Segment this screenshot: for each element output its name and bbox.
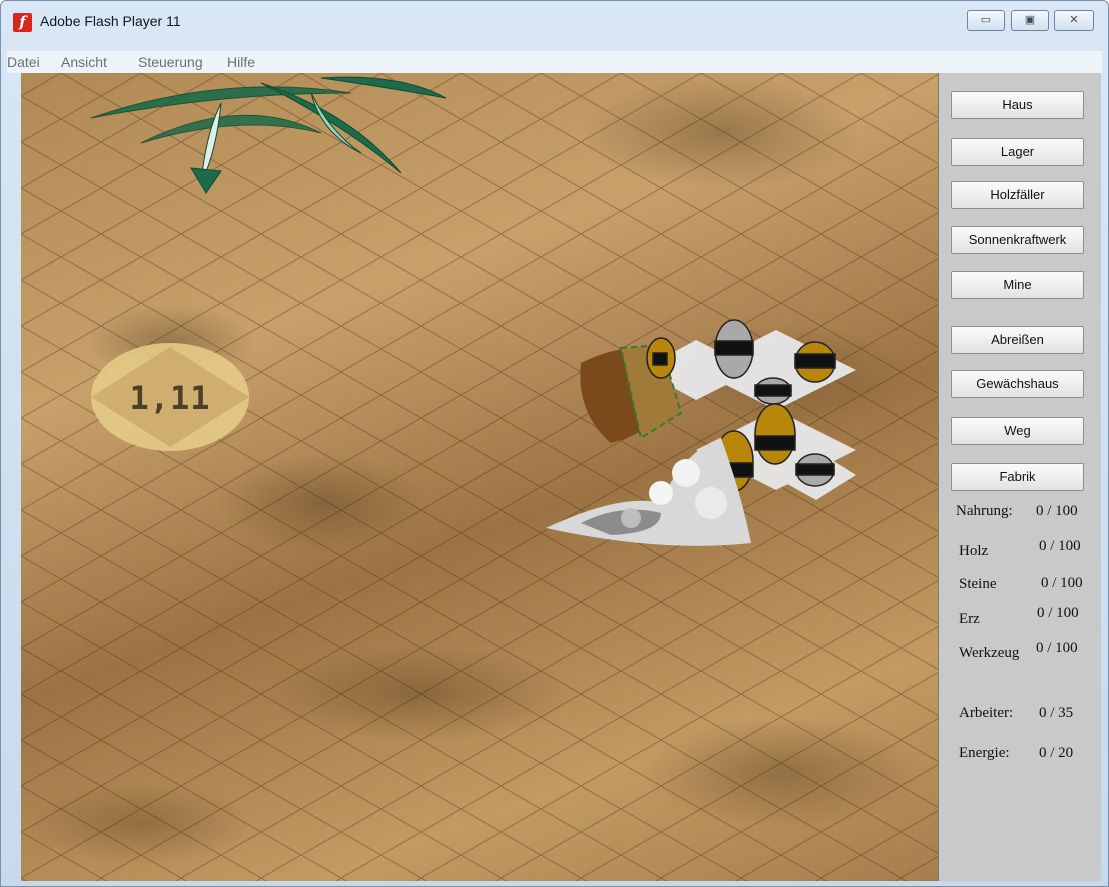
- palm-tree-icon: [90, 76, 447, 194]
- coordinate-label: 1,11: [129, 379, 211, 417]
- erz-label: Erz: [959, 611, 980, 627]
- minimize-button[interactable]: ▭: [967, 10, 1005, 31]
- flash-player-icon: f: [13, 13, 32, 32]
- steine-value: 0 / 100: [1041, 575, 1083, 591]
- arbeiter-value: 0 / 35: [1039, 705, 1074, 721]
- abreissen-button[interactable]: Abreißen: [951, 326, 1084, 354]
- fabrik-button[interactable]: Fabrik: [951, 463, 1084, 491]
- maximize-button[interactable]: ▣: [1011, 10, 1049, 31]
- weg-button[interactable]: Weg: [951, 417, 1084, 445]
- erz-value: 0 / 100: [1037, 605, 1079, 621]
- build-panel: Haus Lager Holzfäller Sonnenkraftwerk Mi…: [938, 73, 1101, 881]
- menu-steuerung[interactable]: Steuerung: [138, 54, 203, 70]
- game-map[interactable]: 1,11: [21, 73, 939, 881]
- menu-bar: Datei Ansicht Steuerung Hilfe: [7, 51, 1102, 73]
- haus-button[interactable]: Haus: [951, 91, 1084, 119]
- holz-label: Holz: [959, 543, 989, 559]
- stone-pile-icon: [546, 438, 751, 546]
- werkzeug-label: Werkzeug: [959, 645, 1020, 661]
- mine-button[interactable]: Mine: [951, 271, 1084, 299]
- werkzeug-value: 0 / 100: [1036, 640, 1078, 656]
- gewaechshaus-button[interactable]: Gewächshaus: [951, 370, 1084, 398]
- close-button[interactable]: ✕: [1054, 10, 1094, 31]
- nahrung-value: 0 / 100: [1036, 503, 1078, 519]
- window-title: Adobe Flash Player 11: [40, 13, 181, 29]
- arbeiter-label: Arbeiter:: [959, 705, 1014, 721]
- energie-value: 0 / 20: [1039, 745, 1074, 761]
- title-bar[interactable]: f Adobe Flash Player 11 ▭ ▣ ✕: [1, 1, 1108, 45]
- lager-button[interactable]: Lager: [951, 138, 1084, 166]
- nahrung-label: Nahrung:: [956, 503, 1013, 519]
- holzfaeller-button[interactable]: Holzfäller: [951, 181, 1084, 209]
- holz-value: 0 / 100: [1039, 538, 1081, 554]
- menu-datei[interactable]: Datei: [7, 54, 40, 70]
- menu-ansicht[interactable]: Ansicht: [61, 54, 107, 70]
- sonnenkraftwerk-button[interactable]: Sonnenkraftwerk: [951, 226, 1084, 254]
- menu-hilfe[interactable]: Hilfe: [227, 54, 255, 70]
- energie-label: Energie:: [959, 745, 1010, 761]
- map-objects: [90, 76, 856, 546]
- steine-label: Steine: [959, 576, 997, 592]
